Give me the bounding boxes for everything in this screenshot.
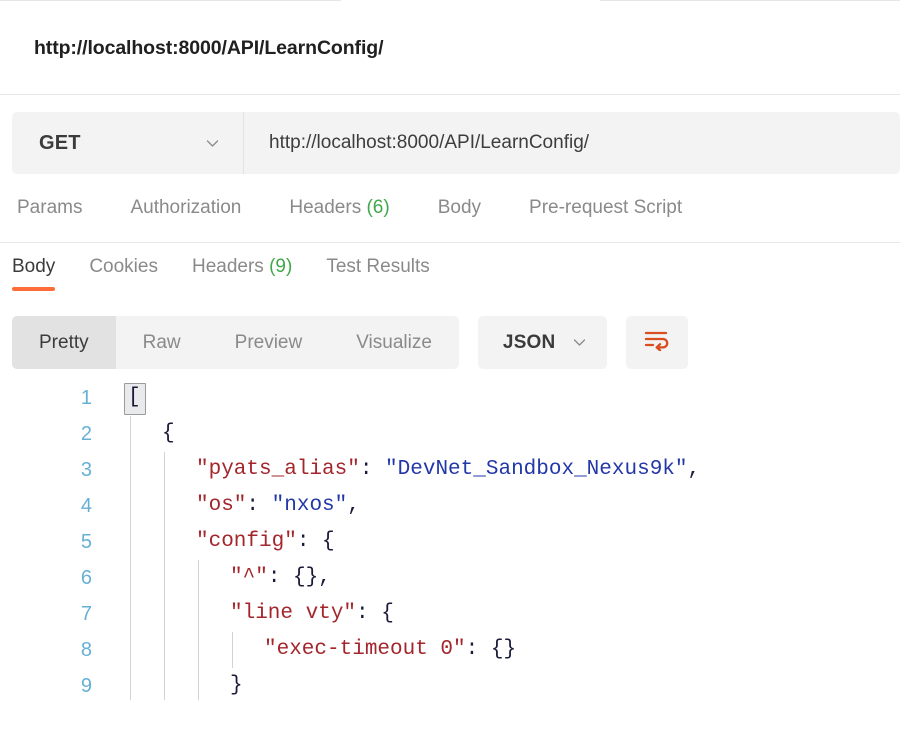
code-token-pun: : { [356, 602, 394, 625]
code-token-pun: : {}, [267, 566, 331, 589]
page-title: http://localhost:8000/API/LearnConfig/ [34, 37, 384, 59]
code-line: 4 "os": "nxos", [0, 488, 900, 524]
view-mode-label: Visualize [356, 331, 432, 353]
code-token-str: "nxos" [271, 494, 348, 517]
response-tab-cookies[interactable]: Cookies [89, 256, 158, 291]
code-line: 6 "^": {}, [0, 560, 900, 596]
code-line-number: 8 [80, 639, 92, 661]
tab-strip-edge-left [0, 0, 341, 1]
response-tab-headers[interactable]: Headers (9) [192, 256, 292, 291]
code-line-number: 9 [80, 675, 92, 697]
code-line-content: { [92, 416, 900, 452]
http-method-label: GET [39, 131, 81, 154]
request-tab-strip[interactable] [0, 0, 900, 3]
word-wrap-icon [644, 329, 670, 356]
code-token-key: "exec-timeout 0" [264, 638, 466, 661]
request-tab-authorization[interactable]: Authorization [130, 197, 241, 219]
request-tab-label: Params [17, 197, 83, 218]
request-tab-params[interactable]: Params [17, 197, 82, 219]
code-line-content: "pyats_alias": "DevNet_Sandbox_Nexus9k", [92, 452, 900, 488]
code-token-key: "^" [230, 566, 268, 589]
response-tab-count: (9) [269, 256, 293, 277]
code-line-content: "line vty": { [92, 596, 900, 632]
code-line-number: 5 [80, 531, 92, 553]
response-view-mode-group: Pretty Raw Preview Visualize [12, 316, 459, 369]
response-tab-label: Test Results [326, 256, 430, 277]
view-mode-label: Raw [142, 331, 181, 353]
request-tab-body[interactable]: Body [438, 197, 481, 219]
response-format-select[interactable]: JSON [477, 316, 608, 369]
response-tab-test-results[interactable]: Test Results [326, 256, 429, 291]
request-title-bar: http://localhost:8000/API/LearnConfig/ [0, 3, 900, 94]
code-line-content: [ [92, 380, 900, 416]
chevron-down-icon [571, 334, 588, 351]
word-wrap-toggle-button[interactable] [626, 316, 689, 369]
code-token-pun: : {} [465, 638, 517, 661]
code-line-number: 2 [80, 423, 92, 445]
response-format-label: JSON [502, 331, 556, 353]
code-line-number: 6 [80, 567, 92, 589]
request-tab-label: Body [437, 197, 482, 218]
code-line-content: "config": { [92, 524, 900, 560]
code-token-str: "DevNet_Sandbox_Nexus9k" [385, 458, 688, 481]
request-tab-pre-request-script[interactable]: Pre-request Script [529, 197, 682, 219]
response-tab-label: Body [12, 256, 56, 277]
request-tab-label: Authorization [130, 197, 242, 218]
code-line: 5 "config": { [0, 524, 900, 560]
code-token-key: "os" [196, 494, 247, 517]
code-line: 1[ [0, 380, 900, 416]
request-tab-headers[interactable]: Headers (6) [289, 197, 389, 219]
response-body-code-viewer[interactable]: 1[2{3 "pyats_alias": "DevNet_Sandbox_Nexu… [0, 373, 900, 700]
view-mode-pretty[interactable]: Pretty [12, 316, 116, 369]
code-line-number: 7 [80, 603, 92, 625]
code-line: 8 "exec-timeout 0": {} [0, 632, 900, 668]
code-line: 3 "pyats_alias": "DevNet_Sandbox_Nexus9k"… [0, 452, 900, 488]
code-line: 9} [0, 668, 900, 700]
request-tab-label: Pre-request Script [529, 197, 683, 218]
code-token-key: "pyats_alias" [196, 458, 360, 481]
code-line: 7 "line vty": { [0, 596, 900, 632]
code-line-number: 3 [80, 459, 92, 481]
code-line-content: "exec-timeout 0": {} [92, 632, 900, 668]
code-line-number: 4 [80, 495, 92, 517]
code-token-pun: , [347, 494, 360, 517]
url-bar: GET http://localhost:8000/API/LearnConfi… [12, 112, 900, 174]
request-tab-count: (6) [366, 197, 390, 218]
chevron-down-icon [204, 135, 221, 152]
code-line-content: "os": "nxos", [92, 488, 900, 524]
response-tab-body[interactable]: Body [12, 256, 56, 291]
code-line-number: 1 [80, 387, 92, 409]
view-mode-visualize[interactable]: Visualize [329, 316, 459, 369]
request-url-input[interactable]: http://localhost:8000/API/LearnConfig/ [244, 112, 900, 174]
request-tab-label: Headers [289, 197, 362, 218]
view-mode-label: Preview [234, 331, 303, 353]
code-token-pun: : [359, 458, 386, 481]
code-token-key: "line vty" [230, 602, 357, 625]
code-token-pun: { [162, 422, 175, 445]
view-mode-label: Pretty [39, 331, 89, 353]
request-tabs: Params Authorization Headers (6) Body Pr… [0, 174, 900, 242]
code-token-key: "config" [196, 530, 297, 553]
code-line: 2{ [0, 416, 900, 452]
response-tab-label: Cookies [89, 256, 158, 277]
tab-strip-edge-right [600, 0, 900, 1]
url-bar-container: GET http://localhost:8000/API/LearnConfi… [0, 95, 900, 174]
http-method-select[interactable]: GET [12, 112, 244, 174]
code-line-content: } [92, 668, 900, 700]
code-token-pun: } [230, 674, 243, 697]
code-token-pun: [ [128, 386, 141, 409]
response-tabs: Body Cookies Headers (9) Test Results [0, 243, 900, 305]
code-token-pun: , [687, 458, 701, 481]
view-mode-preview[interactable]: Preview [208, 316, 330, 369]
code-token-pun: : [246, 494, 272, 517]
response-view-toolbar: Pretty Raw Preview Visualize JSON [0, 305, 900, 373]
code-line-content: "^": {}, [92, 560, 900, 596]
response-tab-label: Headers [191, 256, 264, 277]
view-mode-raw[interactable]: Raw [116, 316, 208, 369]
code-token-pun: : { [296, 530, 335, 553]
